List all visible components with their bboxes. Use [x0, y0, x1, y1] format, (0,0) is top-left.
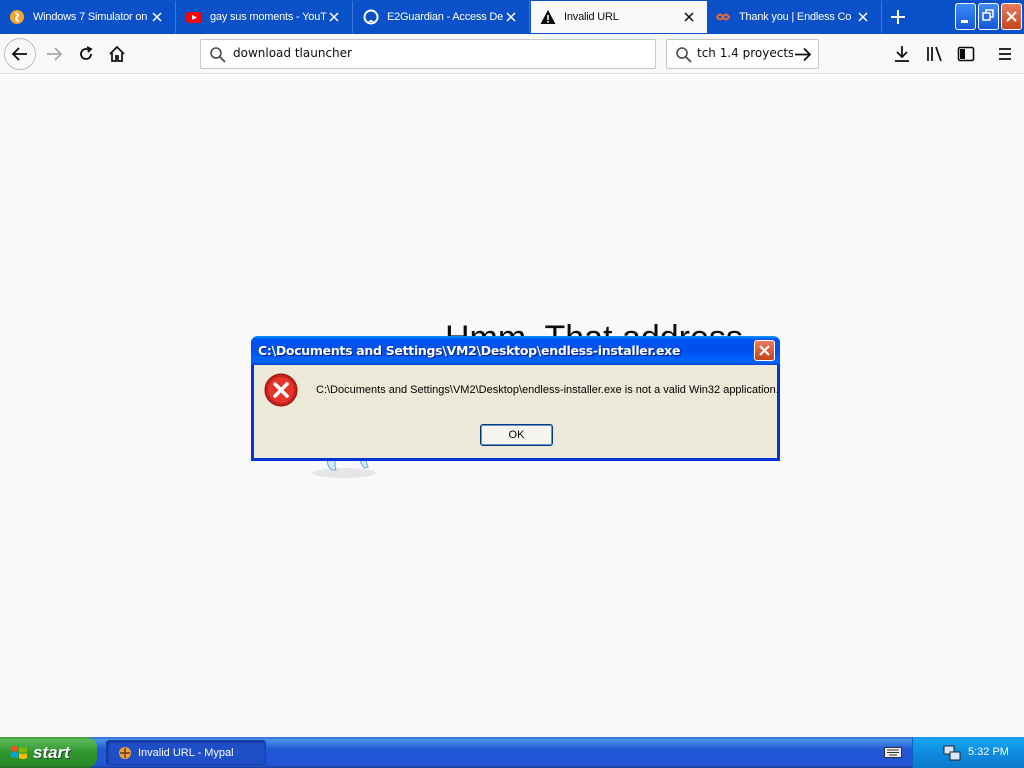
tab-title: Windows 7 Simulator on	[33, 11, 148, 23]
clock[interactable]: 5:32 PM	[968, 746, 1009, 758]
downloads-button[interactable]	[890, 42, 914, 66]
search-bar[interactable]	[666, 39, 819, 69]
close-tab-icon[interactable]	[149, 9, 165, 25]
warning-icon	[540, 10, 556, 24]
tab-windows-7-simulator[interactable]: Windows 7 Simulator on	[0, 1, 176, 33]
close-tab-icon[interactable]	[681, 9, 697, 25]
close-icon	[759, 345, 770, 356]
github-icon	[363, 9, 379, 25]
window-close-button[interactable]	[1001, 3, 1022, 30]
tab-e2guardian[interactable]: E2Guardian - Access De	[354, 1, 530, 33]
library-button[interactable]	[922, 42, 946, 66]
tab-youtube[interactable]: gay sus moments - YouT	[177, 1, 353, 33]
dialog-close-button[interactable]	[754, 340, 775, 361]
start-button[interactable]: start	[0, 737, 97, 768]
search-input[interactable]	[697, 46, 793, 60]
forward-arrow-icon	[47, 47, 63, 61]
taskbar-item-label: Invalid URL - Mypal	[138, 746, 234, 759]
youtube-icon	[186, 12, 202, 23]
search-icon	[676, 47, 692, 63]
dialog-titlebar[interactable]: C:\Documents and Settings\VM2\Desktop\en…	[251, 336, 780, 365]
close-icon	[1006, 11, 1017, 22]
sidebar-icon	[957, 46, 975, 62]
tab-endless[interactable]: Thank you | Endless Co	[706, 1, 882, 33]
system-tray: 5:32 PM	[912, 737, 1024, 768]
tab-strip: Windows 7 Simulator on gay sus moments -…	[0, 0, 1024, 34]
search-icon	[210, 47, 226, 63]
error-x-icon	[264, 373, 298, 407]
dialog-message: C:\Documents and Settings\VM2\Desktop\en…	[316, 384, 779, 396]
restore-button[interactable]	[978, 3, 999, 30]
library-icon	[927, 46, 942, 62]
back-arrow-icon	[11, 47, 27, 61]
taskbar: start Invalid URL - Mypal 5:32 PM	[0, 737, 1024, 768]
mypal-icon	[119, 746, 131, 759]
forward-button[interactable]	[38, 38, 70, 70]
address-input[interactable]	[233, 46, 643, 60]
minimize-icon	[961, 20, 968, 23]
restore-icon	[982, 9, 994, 21]
download-icon	[895, 46, 909, 62]
keyboard-icon[interactable]	[884, 745, 902, 759]
dialog-title: C:\Documents and Settings\VM2\Desktop\en…	[258, 343, 681, 358]
windows-logo-icon	[11, 745, 27, 759]
error-dialog: C:\Documents and Settings\VM2\Desktop\en…	[251, 336, 780, 461]
taskbar-item-mypal[interactable]: Invalid URL - Mypal	[106, 740, 266, 765]
reload-icon	[80, 46, 93, 60]
tab-title: E2Guardian - Access De	[387, 11, 504, 23]
home-icon	[109, 45, 125, 62]
menu-button[interactable]	[993, 42, 1017, 66]
scratch-icon	[10, 10, 24, 24]
close-tab-icon[interactable]	[855, 9, 871, 25]
ok-button[interactable]: OK	[480, 424, 553, 446]
close-tab-icon[interactable]	[326, 9, 342, 25]
tab-invalid-url[interactable]: Invalid URL	[531, 1, 707, 33]
minimize-button[interactable]	[955, 3, 976, 30]
new-tab-plus-icon[interactable]	[884, 4, 912, 30]
tab-title: Invalid URL	[564, 11, 619, 23]
reload-button[interactable]	[70, 38, 102, 70]
tab-title: Thank you | Endless Co	[739, 11, 852, 23]
back-button[interactable]	[4, 38, 36, 70]
close-tab-icon[interactable]	[503, 9, 519, 25]
sidebar-button[interactable]	[954, 42, 978, 66]
tab-title: gay sus moments - YouT	[210, 11, 327, 23]
start-label: start	[33, 742, 70, 762]
hamburger-menu-icon	[999, 48, 1011, 60]
network-icon[interactable]	[943, 744, 961, 762]
home-button[interactable]	[101, 38, 133, 70]
navigation-toolbar	[0, 34, 1024, 74]
endless-icon	[715, 13, 731, 21]
address-bar[interactable]	[200, 39, 656, 69]
go-arrow-icon[interactable]	[794, 46, 812, 63]
